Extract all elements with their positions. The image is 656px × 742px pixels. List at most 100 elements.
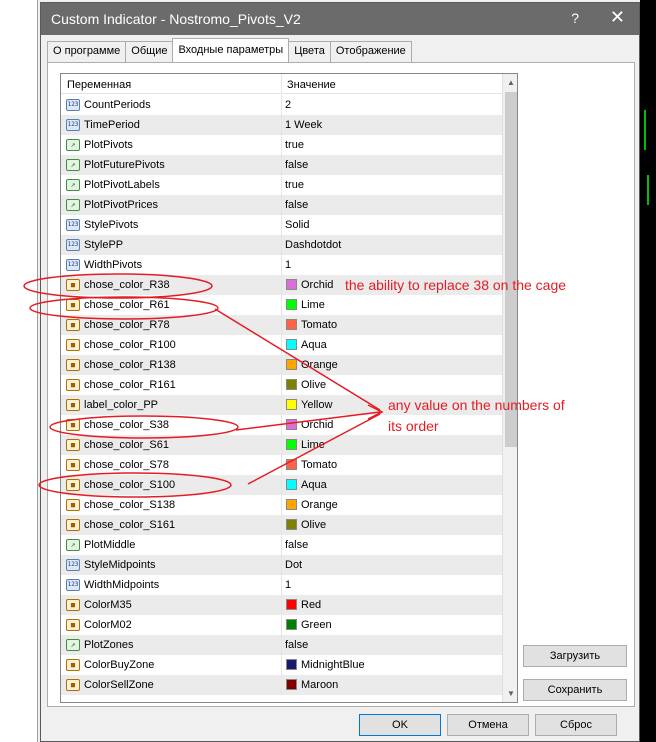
table-row[interactable]: 123 StyleMidpoints Dot bbox=[61, 555, 502, 575]
parameter-name: chose_color_R161 bbox=[84, 379, 176, 391]
cancel-button[interactable]: Отмена bbox=[447, 714, 529, 736]
table-row[interactable]: ↗ PlotZones false bbox=[61, 635, 502, 655]
table-row[interactable]: ■ chose_color_R100 Aqua bbox=[61, 335, 502, 355]
annotation-note-1: the ability to replace 38 on the cage bbox=[345, 277, 567, 293]
bool-icon: ↗ bbox=[66, 199, 80, 211]
color-icon: ■ bbox=[66, 499, 80, 511]
table-row[interactable]: ■ chose_color_S78 Tomato bbox=[61, 455, 502, 475]
table-row[interactable]: ↗ PlotPivotPrices false bbox=[61, 195, 502, 215]
table-row[interactable]: ■ ColorSellZone Maroon bbox=[61, 675, 502, 695]
parameter-value[interactable]: Red bbox=[301, 599, 321, 611]
inputs-panel: Переменная Значение 123 CountPeriods 2 123 T… bbox=[47, 62, 635, 707]
parameter-value[interactable]: Yellow bbox=[301, 399, 332, 411]
column-header-variable[interactable]: Переменная bbox=[67, 79, 131, 91]
parameters-grid: Переменная Значение 123 CountPeriods 2 123 T… bbox=[60, 73, 518, 703]
table-row[interactable]: ↗ PlotPivotLabels true bbox=[61, 175, 502, 195]
parameter-value[interactable]: MidnightBlue bbox=[301, 659, 365, 671]
parameter-name: chose_color_R138 bbox=[84, 359, 176, 371]
close-icon[interactable]: ✕ bbox=[610, 7, 625, 28]
parameter-name: PlotMiddle bbox=[84, 539, 136, 551]
parameter-value[interactable]: 1 bbox=[285, 259, 291, 271]
parameter-name: chose_color_S38 bbox=[84, 419, 170, 431]
parameter-name: chose_color_S161 bbox=[84, 519, 176, 531]
table-row[interactable]: ■ chose_color_S61 Lime bbox=[61, 435, 502, 455]
parameter-value[interactable]: Aqua bbox=[301, 479, 327, 491]
title-bar[interactable]: Custom Indicator - Nostromo_Pivots_V2 ? … bbox=[41, 3, 639, 35]
help-icon[interactable]: ? bbox=[571, 10, 579, 26]
parameter-value[interactable]: false bbox=[285, 199, 308, 211]
parameter-value[interactable]: Olive bbox=[301, 519, 326, 531]
table-row[interactable]: ■ chose_color_R61 Lime bbox=[61, 295, 502, 315]
table-row[interactable]: 123 WidthPivots 1 bbox=[61, 255, 502, 275]
bool-icon: ↗ bbox=[66, 179, 80, 191]
color-icon: ■ bbox=[66, 379, 80, 391]
table-row[interactable]: ■ chose_color_S138 Orange bbox=[61, 495, 502, 515]
parameter-value[interactable]: Olive bbox=[301, 379, 326, 391]
scroll-up-icon[interactable]: ▲ bbox=[503, 74, 517, 91]
parameter-value[interactable]: Orchid bbox=[301, 419, 333, 431]
reset-button[interactable]: Сброс bbox=[535, 714, 617, 736]
table-row[interactable]: ■ chose_color_R161 Olive bbox=[61, 375, 502, 395]
scroll-down-icon[interactable]: ▼ bbox=[503, 685, 517, 702]
tab-common[interactable]: Общие bbox=[125, 41, 174, 62]
scroll-thumb[interactable] bbox=[505, 92, 517, 447]
tab-about[interactable]: О программе bbox=[47, 41, 127, 62]
parameter-value[interactable]: Tomato bbox=[301, 459, 337, 471]
color-icon: ■ bbox=[66, 479, 80, 491]
table-row[interactable]: 123 TimePeriod 1 Week bbox=[61, 115, 502, 135]
table-row[interactable]: ■ chose_color_R78 Tomato bbox=[61, 315, 502, 335]
table-row[interactable]: 123 StylePivots Solid bbox=[61, 215, 502, 235]
screen: Custom Indicator - Nostromo_Pivots_V2 ? … bbox=[0, 0, 656, 742]
table-row[interactable]: ↗ PlotFuturePivots false bbox=[61, 155, 502, 175]
parameter-name: PlotFuturePivots bbox=[84, 159, 165, 171]
tab-inputs[interactable]: Входные параметры bbox=[172, 38, 290, 62]
parameter-value[interactable]: false bbox=[285, 539, 308, 551]
table-row[interactable]: ■ ColorBuyZone MidnightBlue bbox=[61, 655, 502, 675]
tab-visualization[interactable]: Отображение bbox=[329, 41, 412, 62]
color-icon: ■ bbox=[66, 659, 80, 671]
table-row[interactable]: ↗ PlotPivots true bbox=[61, 135, 502, 155]
parameter-value[interactable]: false bbox=[285, 639, 308, 651]
parameter-value[interactable]: Orchid bbox=[301, 279, 333, 291]
parameter-value[interactable]: Lime bbox=[301, 299, 325, 311]
parameter-value[interactable]: true bbox=[285, 139, 304, 151]
parameter-value[interactable]: Orange bbox=[301, 499, 338, 511]
column-header-value[interactable]: Значение bbox=[287, 79, 336, 91]
table-row[interactable]: ■ ColorM35 Red bbox=[61, 595, 502, 615]
parameter-value[interactable]: 2 bbox=[285, 99, 291, 111]
parameter-value[interactable]: Orange bbox=[301, 359, 338, 371]
parameter-name: ColorM35 bbox=[84, 599, 132, 611]
parameter-value[interactable]: 1 Week bbox=[285, 119, 322, 131]
parameter-name: StyleMidpoints bbox=[84, 559, 156, 571]
parameter-value[interactable]: Green bbox=[301, 619, 332, 631]
parameter-value[interactable]: Maroon bbox=[301, 679, 338, 691]
table-row[interactable]: ■ chose_color_R138 Orange bbox=[61, 355, 502, 375]
table-row[interactable]: ■ chose_color_S100 Aqua bbox=[61, 475, 502, 495]
ok-button[interactable]: OK bbox=[359, 714, 441, 736]
parameter-value[interactable]: Dot bbox=[285, 559, 302, 571]
color-swatch bbox=[286, 659, 297, 670]
tab-colors[interactable]: Цвета bbox=[288, 41, 331, 62]
table-row[interactable]: 123 WidthMidpoints 1 bbox=[61, 575, 502, 595]
parameter-value[interactable]: Lime bbox=[301, 439, 325, 451]
parameter-name: PlotZones bbox=[84, 639, 134, 651]
parameter-value[interactable]: false bbox=[285, 159, 308, 171]
grid-scrollbar[interactable]: ▲ ▼ bbox=[502, 74, 517, 702]
table-row[interactable]: 123 CountPeriods 2 bbox=[61, 95, 502, 115]
parameter-value[interactable]: Aqua bbox=[301, 339, 327, 351]
int-icon: 123 bbox=[66, 99, 80, 111]
save-button[interactable]: Сохранить bbox=[523, 679, 627, 701]
parameter-value[interactable]: true bbox=[285, 179, 304, 191]
table-row[interactable]: ↗ PlotMiddle false bbox=[61, 535, 502, 555]
table-row[interactable]: 123 StylePP Dashdotdot bbox=[61, 235, 502, 255]
int-icon: 123 bbox=[66, 559, 80, 571]
load-button[interactable]: Загрузить bbox=[523, 645, 627, 667]
color-icon: ■ bbox=[66, 619, 80, 631]
color-swatch bbox=[286, 599, 297, 610]
table-row[interactable]: ■ chose_color_S161 Olive bbox=[61, 515, 502, 535]
parameter-value[interactable]: Dashdotdot bbox=[285, 239, 341, 251]
parameter-value[interactable]: Solid bbox=[285, 219, 309, 231]
table-row[interactable]: ■ ColorM02 Green bbox=[61, 615, 502, 635]
parameter-value[interactable]: 1 bbox=[285, 579, 291, 591]
parameter-value[interactable]: Tomato bbox=[301, 319, 337, 331]
